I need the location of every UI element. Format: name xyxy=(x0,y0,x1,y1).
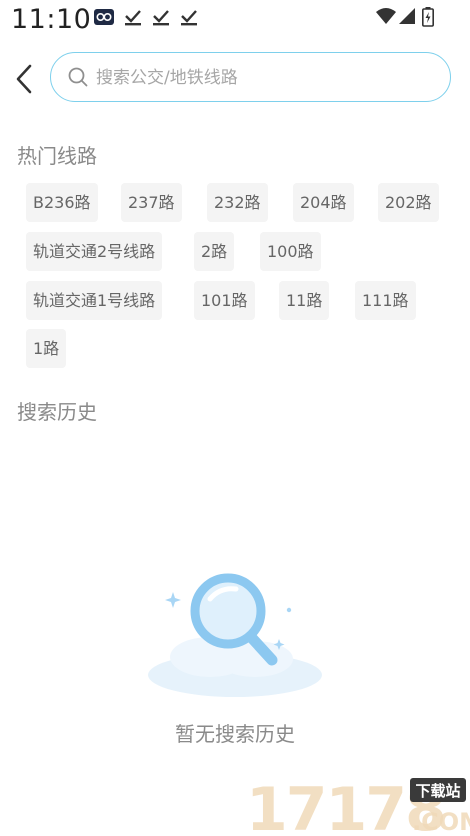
route-chip[interactable]: 100路 xyxy=(260,232,321,271)
empty-search-illustration-icon xyxy=(148,573,322,697)
svg-text:.COM: .COM xyxy=(412,808,470,836)
search-history-title: 搜索历史 xyxy=(17,400,97,424)
back-arrow-icon[interactable] xyxy=(12,62,40,96)
status-time: 11:10 xyxy=(11,4,92,35)
route-chip[interactable]: 11路 xyxy=(279,281,330,320)
route-chip[interactable]: 232路 xyxy=(207,183,268,222)
route-chip[interactable]: 237路 xyxy=(121,183,182,222)
route-chip[interactable]: 1路 xyxy=(26,329,67,368)
route-chip[interactable]: 轨道交通2号线路 xyxy=(26,232,163,271)
site-watermark-logo: 17178 下载站 .COM xyxy=(246,775,470,836)
app-notification-icon xyxy=(94,9,114,25)
route-chip[interactable]: 2路 xyxy=(194,232,235,271)
download-done-icon xyxy=(153,10,169,26)
hot-routes-title: 热门线路 xyxy=(17,144,97,168)
route-chip[interactable]: 111路 xyxy=(355,281,416,320)
search-bar[interactable] xyxy=(50,52,451,102)
download-done-icon xyxy=(125,10,141,26)
search-icon xyxy=(68,67,88,87)
download-done-icon xyxy=(181,10,197,26)
battery-icon xyxy=(422,7,434,27)
wifi-icon xyxy=(376,8,396,24)
status-bar: 11:10 xyxy=(0,0,470,40)
search-input[interactable] xyxy=(94,53,438,102)
svg-text:下载站: 下载站 xyxy=(415,782,460,800)
route-chip[interactable]: B236路 xyxy=(26,183,98,222)
route-chip[interactable]: 204路 xyxy=(293,183,354,222)
empty-history-text: 暂无搜索历史 xyxy=(175,722,295,746)
route-chip[interactable]: 202路 xyxy=(378,183,439,222)
signal-icon xyxy=(399,8,415,24)
route-chip[interactable]: 101路 xyxy=(194,281,255,320)
route-chip[interactable]: 轨道交通1号线路 xyxy=(26,281,163,320)
